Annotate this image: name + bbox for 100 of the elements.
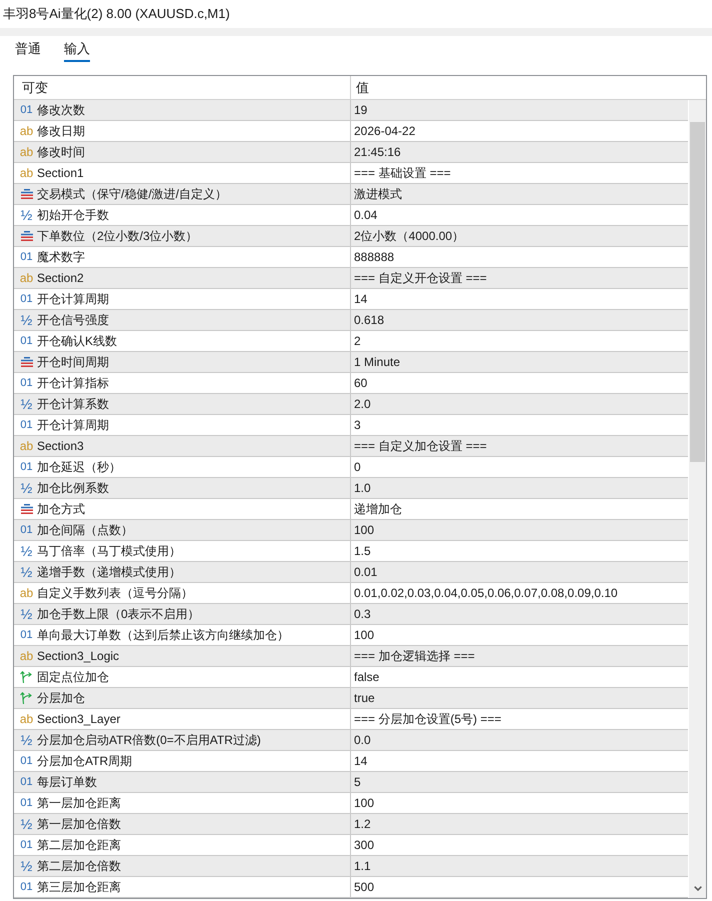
table-row[interactable]: 01 加仓延迟（秒） 0 [14,457,688,478]
table-row[interactable]: ½ 初始开仓手数 0.04 [14,205,688,226]
parameter-name: 加仓延迟（秒） [37,459,121,476]
table-row[interactable]: 01 加仓间隔（点数） 100 [14,520,688,541]
tab[interactable]: 普通 [15,41,41,62]
parameter-name: 马丁倍率（马丁模式使用） [37,543,181,560]
table-row[interactable]: ½ 分层加仓启动ATR倍数(0=不启用ATR过滤) 0.0 [14,730,688,751]
table-row[interactable]: ab 修改日期 2026-04-22 [14,121,688,142]
table-row[interactable]: 01 修改次数 19 [14,100,688,121]
table-row[interactable]: ab 修改时间 21:45:16 [14,142,688,163]
parameter-name: 开仓计算系数 [37,396,109,413]
table-row[interactable]: ab Section3_Logic === 加仓逻辑选择 === [14,646,688,667]
table-row[interactable]: ½ 开仓计算系数 2.0 [14,394,688,415]
table-row[interactable]: 01 第一层加仓距离 100 [14,793,688,814]
table-row[interactable]: ab Section3_Layer === 分层加仓设置(5号) === [14,709,688,730]
parameter-name: 每层订单数 [37,774,97,791]
parameter-value: 0.3 [354,606,371,623]
list-lines-icon [20,504,32,514]
scrollbar-thumb[interactable] [690,122,705,462]
parameter-value: 0.0 [354,732,371,749]
parameter-value: 500 [354,879,374,896]
parameter-name: 加仓比例系数 [37,480,109,497]
parameter-name: 魔术数字 [37,249,85,266]
parameter-name: 递增手数（递增模式使用） [37,564,181,581]
parameter-name: Section2 [37,270,84,287]
type-glyph: ab [20,439,34,453]
parameter-name: 第二层加仓距离 [37,837,121,854]
type-glyph: 01 [20,523,33,537]
tab[interactable]: 输入 [64,41,90,62]
table-row[interactable]: ½ 递增手数（递增模式使用） 0.01 [14,562,688,583]
table-row[interactable]: ½ 开仓信号强度 0.618 [14,310,688,331]
chevron-down-icon[interactable] [694,886,702,891]
type-glyph: 01 [20,418,33,432]
table-row[interactable]: 加仓方式 递增加仓 [14,499,688,520]
parameter-value: 2026-04-22 [354,123,416,140]
parameter-name: 加仓手数上限（0表示不启用） [37,606,200,623]
parameter-value: 60 [354,375,368,392]
type-glyph: 01 [20,292,33,306]
table-row[interactable]: 01 单向最大订单数（达到后禁止该方向继续加仓） 100 [14,625,688,646]
scrollbar-track[interactable] [689,100,706,898]
table-row[interactable]: ½ 第一层加仓倍数 1.2 [14,814,688,835]
parameter-value: 0.01 [354,564,378,581]
table-row[interactable]: 01 分层加仓ATR周期 14 [14,751,688,772]
table-row[interactable]: ½ 第二层加仓倍数 1.1 [14,856,688,877]
window-title: 丰羽8号Ai量化(2) 8.00 (XAUUSD.c,M1) [3,5,230,24]
parameter-name: 开仓时间周期 [37,354,109,371]
table-row[interactable]: ab 自定义手数列表（逗号分隔） 0.01,0.02,0.03,0.04,0.05,0.06,0.07,0.08,0.09,0.10 [14,583,688,604]
parameter-value: 14 [354,291,368,308]
type-glyph: 01 [20,376,33,390]
table-row[interactable]: ½ 加仓比例系数 1.0 [14,478,688,499]
type-glyph: ab [20,145,34,159]
parameter-name: 开仓计算指标 [37,375,109,392]
parameter-value: false [354,669,380,686]
table-row[interactable]: 01 开仓计算指标 60 [14,373,688,394]
parameter-name: Section3 [37,438,84,455]
parameter-value: === 基础设置 === [354,165,451,182]
type-glyph: ½ [20,817,32,831]
list-lines-icon [20,357,32,367]
table-row[interactable]: 01 开仓计算周期 3 [14,415,688,436]
table-row[interactable]: 分层加仓 true [14,688,688,709]
table-row[interactable]: ½ 加仓手数上限（0表示不启用） 0.3 [14,604,688,625]
type-glyph: 01 [20,628,33,642]
table-row[interactable]: ½ 马丁倍率（马丁模式使用） 1.5 [14,541,688,562]
parameter-name: 开仓确认K线数 [37,333,118,350]
table-row[interactable]: 开仓时间周期 1 Minute [14,352,688,373]
table-row[interactable]: ab Section3 === 自定义加仓设置 === [14,436,688,457]
parameter-value: 100 [354,627,374,644]
type-glyph: ½ [20,397,32,411]
table-row[interactable]: 01 第二层加仓距离 300 [14,835,688,856]
parameter-name: 修改次数 [37,102,85,119]
parameter-name: 下单数位（2位小数/3位小数） [37,228,198,245]
type-glyph: 01 [20,775,33,789]
type-glyph: ab [20,271,34,285]
table-row[interactable]: 交易模式（保守/稳健/激进/自定义） 激进模式 [14,184,688,205]
table-row[interactable]: 固定点位加仓 false [14,667,688,688]
type-glyph: ½ [20,733,32,747]
parameter-name: Section3_Layer [37,711,120,728]
parameter-name: 第一层加仓倍数 [37,816,121,833]
table-row[interactable]: 01 开仓确认K线数 2 [14,331,688,352]
table-row[interactable]: 01 每层订单数 5 [14,772,688,793]
table-row[interactable]: 下单数位（2位小数/3位小数） 2位小数（4000.00） [14,226,688,247]
type-glyph: ab [20,586,34,600]
table-row[interactable]: 01 魔术数字 888888 [14,247,688,268]
parameter-value: true [354,690,375,707]
table-row[interactable]: 01 第三层加仓距离 500 [14,877,688,898]
parameter-name: 初始开仓手数 [37,207,109,224]
type-glyph: ab [20,124,34,138]
type-glyph: 01 [20,250,33,264]
type-glyph: 01 [20,754,33,768]
parameter-value: 0.618 [354,312,384,329]
column-header: 可变 [22,78,48,97]
table-row[interactable]: 01 开仓计算周期 14 [14,289,688,310]
list-lines-icon [20,231,32,241]
parameter-name: 第一层加仓距离 [37,795,121,812]
table-row[interactable]: ab Section2 === 自定义开仓设置 === [14,268,688,289]
type-glyph: ½ [20,607,32,621]
parameter-value: === 自定义开仓设置 === [354,270,487,287]
parameter-value: 100 [354,795,374,812]
parameter-value: 100 [354,522,374,539]
table-row[interactable]: ab Section1 === 基础设置 === [14,163,688,184]
